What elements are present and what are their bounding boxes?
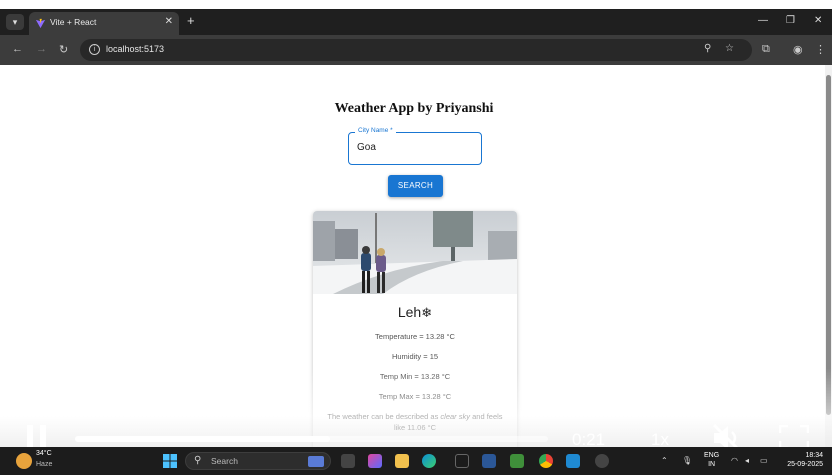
app-icon-2[interactable] [595, 454, 609, 468]
weather-widget-icon[interactable] [16, 453, 32, 469]
vscode-icon[interactable] [566, 454, 580, 468]
city-heading: Leh❄ [313, 304, 517, 321]
show-hidden-icons[interactable]: ⌃ [661, 456, 668, 465]
minimize-icon[interactable]: — [758, 15, 768, 26]
page-content: Weather App by Priyanshi City Name * SEA… [3, 65, 825, 451]
terminal-icon[interactable] [455, 454, 469, 468]
weather-description: The weather can be described as clear sk… [323, 411, 507, 433]
new-tab-icon[interactable]: + [187, 14, 195, 28]
copilot-icon[interactable] [368, 454, 382, 468]
browser-tab-bar: ▾ Vite + React ✕ + — ❐ ✕ [0, 9, 832, 35]
tab-title: Vite + React [50, 17, 97, 27]
vite-logo-icon [35, 18, 46, 29]
clock-time: 18:34 [805, 452, 823, 459]
temp-max-text: Temp Max = 13.28 °C [378, 392, 452, 401]
city-name-label: City Name * [355, 127, 396, 134]
clock-date: 25-09-2025 [787, 461, 823, 468]
search-highlight-icon [308, 456, 324, 467]
taskbar-weather-condition: Haze [36, 461, 53, 468]
temperature-text: Temperature = 13.28 °C [375, 332, 455, 341]
taskbar-search-placeholder: Search [211, 456, 238, 466]
edge-icon[interactable] [422, 454, 436, 468]
taskbar-search-box[interactable]: ⚲ Search [185, 452, 331, 470]
screen: ▾ Vite + React ✕ + — ❐ ✕ ← → ↻ i localho… [0, 0, 832, 475]
weather-card: Leh❄ Temperature = 13.28 °C Humidity = 1… [313, 211, 517, 451]
description-prefix: The weather can be described as [327, 412, 439, 421]
search-icon: ⚲ [194, 455, 202, 466]
pause-icon[interactable] [27, 425, 51, 449]
store-icon[interactable] [510, 454, 524, 468]
zoom-icon[interactable]: ⚲ [704, 43, 711, 54]
back-icon[interactable]: ← [12, 43, 23, 55]
microphone-icon[interactable]: 🎙︎ [682, 456, 692, 465]
menu-icon[interactable]: ⋮ [815, 43, 826, 56]
search-button[interactable]: SEARCH [388, 175, 443, 197]
city-name-input[interactable] [357, 142, 472, 153]
humidity-text: Humidity = 15 [391, 352, 439, 361]
profile-icon[interactable]: ◉ [793, 43, 803, 56]
battery-icon[interactable]: ▭ [760, 456, 768, 465]
weather-card-image [313, 211, 517, 294]
app-icon[interactable] [482, 454, 496, 468]
city-name-field[interactable]: City Name * [348, 127, 482, 165]
file-explorer-icon[interactable] [395, 454, 409, 468]
reload-icon[interactable]: ↻ [59, 43, 68, 56]
browser-tab[interactable]: Vite + React ✕ [29, 12, 179, 35]
temp-min-text: Temp Min = 13.28 °C [379, 372, 451, 381]
video-progress-fill [75, 436, 331, 442]
windows-start-icon[interactable] [163, 454, 177, 468]
fullscreen-icon[interactable] [779, 425, 809, 449]
forward-icon[interactable]: → [36, 43, 47, 55]
page-title: Weather App by Priyanshi [334, 101, 494, 116]
wifi-icon[interactable]: ◠ [731, 456, 738, 465]
tab-search-icon[interactable]: ▾ [6, 14, 24, 30]
extensions-icon[interactable]: ⧉ [762, 43, 770, 56]
language-text: ENG [704, 452, 720, 459]
restore-icon[interactable]: ❐ [786, 15, 795, 26]
top-band [0, 0, 832, 9]
scrollbar-thumb[interactable] [826, 75, 831, 415]
chrome-icon[interactable] [539, 454, 553, 468]
video-progress-bar[interactable] [75, 436, 548, 442]
language-indicator[interactable]: ENG IN [704, 451, 719, 469]
tab-close-icon[interactable]: ✕ [165, 16, 173, 27]
description-condition: clear sky [440, 412, 471, 421]
snowflake-icon: ❄ [421, 305, 433, 320]
page-scrollbar[interactable] [825, 65, 832, 447]
taskbar-weather-temp: 34°C [36, 450, 52, 457]
clock[interactable]: 18:34 25-09-2025 [783, 451, 823, 469]
site-info-icon[interactable]: i [89, 44, 100, 55]
task-view-icon[interactable] [341, 454, 355, 468]
close-window-icon[interactable]: ✕ [814, 15, 822, 26]
volume-icon[interactable]: ◂ [745, 456, 749, 465]
address-bar[interactable]: i localhost:5173 ⚲ ☆ [80, 39, 752, 61]
browser-toolbar: ← → ↻ i localhost:5173 ⚲ ☆ ⧉ ◉ ⋮ [0, 35, 832, 65]
windows-taskbar: 34°C Haze ⚲ Search ⌃ 🎙︎ ENG IN ◠ ◂ ▭ 18:… [0, 447, 832, 475]
bookmark-star-icon[interactable]: ☆ [725, 43, 734, 54]
url-text: localhost:5173 [106, 44, 165, 54]
region-text: IN [708, 461, 716, 468]
city-name: Leh [397, 304, 422, 320]
